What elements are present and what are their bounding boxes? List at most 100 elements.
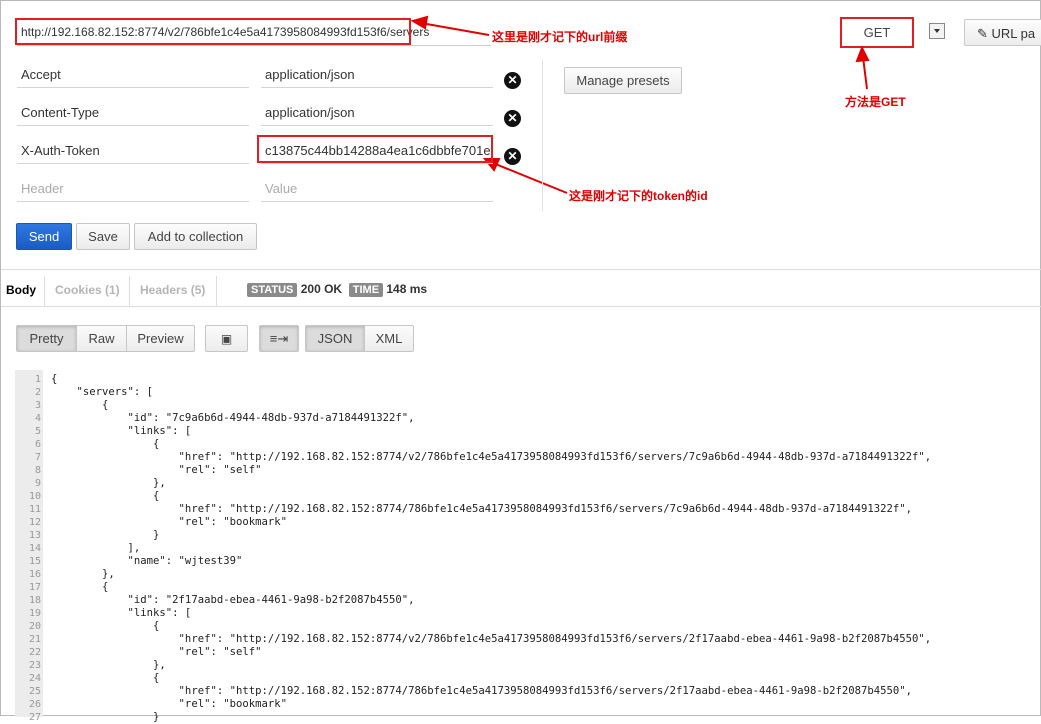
- status-value: 200 OK: [300, 282, 343, 296]
- token-annotation: 这是刚才记下的token的id: [569, 189, 708, 203]
- line-number: 6: [34, 439, 41, 450]
- tab-cookies[interactable]: Cookies (1): [55, 276, 120, 306]
- code-line: {: [51, 672, 160, 684]
- manage-presets-button[interactable]: Manage presets: [564, 67, 682, 94]
- line-number: 17: [28, 582, 41, 593]
- tab-separator: [216, 276, 217, 306]
- code-line: "rel": "bookmark": [51, 516, 287, 528]
- line-number: 10: [28, 491, 41, 502]
- pretty-button[interactable]: Pretty: [16, 325, 77, 352]
- method-annotation: 方法是GET: [845, 95, 906, 109]
- code-line: "href": "http://192.168.82.152:8774/v2/7…: [51, 451, 932, 463]
- code-line: "servers": [: [51, 386, 154, 398]
- wrap-lines-icon: ≡⇥: [269, 331, 289, 346]
- code-line: {: [51, 490, 160, 502]
- line-numbers: 1 2 3 4 5 6 7 8 9 10 11 12 13 14 15 16 17 18 19 20 21 22 23 24 2…: [15, 373, 41, 724]
- header-key-accept[interactable]: Accept: [17, 62, 249, 88]
- url-annotation: 这里是刚才记下的url前缀: [492, 30, 628, 44]
- code-line: {: [51, 620, 160, 632]
- code-line: }: [51, 529, 160, 541]
- line-number: 2: [34, 387, 41, 398]
- code-line: },: [51, 659, 166, 671]
- remove-header-icon[interactable]: ✕: [504, 110, 521, 127]
- line-number: 9: [34, 478, 41, 489]
- fullscreen-icon: ▣: [220, 332, 233, 346]
- line-number: 7: [34, 452, 41, 463]
- line-number: 13: [28, 530, 41, 541]
- response-body-code[interactable]: { "servers": [ { "id": "7c9a6b6d-4944-48…: [51, 373, 931, 724]
- remove-header-icon[interactable]: ✕: [504, 72, 521, 89]
- line-number: 8: [34, 465, 41, 476]
- token-highlight-box: [257, 135, 493, 163]
- line-number: 16: [28, 569, 41, 580]
- code-line: ],: [51, 542, 141, 554]
- code-line: {: [51, 399, 109, 411]
- line-number: 11: [28, 504, 41, 515]
- fullscreen-button[interactable]: ▣: [205, 325, 248, 352]
- tab-separator: [44, 276, 45, 306]
- time-badge: TIME: [348, 283, 384, 297]
- code-line: "links": [: [51, 607, 192, 619]
- line-number: 19: [28, 608, 41, 619]
- line-number: 18: [28, 595, 41, 606]
- code-line: "href": "http://192.168.82.152:8774/786b…: [51, 503, 913, 515]
- wrap-toggle-button[interactable]: ≡⇥: [259, 325, 299, 352]
- time-value: 148 ms: [386, 282, 428, 296]
- line-number: 27: [28, 712, 41, 723]
- tab-headers[interactable]: Headers (5): [140, 276, 205, 306]
- header-key-content-type[interactable]: Content-Type: [17, 100, 249, 126]
- line-number: 22: [28, 647, 41, 658]
- code-line: "name": "wjtest39": [51, 555, 243, 567]
- method-arrowhead: [855, 45, 870, 63]
- new-header-value-input[interactable]: Value: [261, 176, 493, 202]
- send-button[interactable]: Send: [16, 223, 72, 250]
- url-arrow-line: [420, 22, 490, 36]
- line-number: 1: [34, 374, 41, 385]
- line-number: 3: [34, 400, 41, 411]
- header-key-auth-token[interactable]: X-Auth-Token: [17, 138, 249, 164]
- code-line: {: [51, 438, 160, 450]
- code-line: "href": "http://192.168.82.152:8774/v2/7…: [51, 633, 932, 645]
- method-arrow-line: [862, 56, 868, 90]
- raw-button[interactable]: Raw: [76, 325, 127, 352]
- code-line: "id": "2f17aabd-ebea-4461-9a98-b2f2087b4…: [51, 594, 415, 606]
- line-number: 21: [28, 634, 41, 645]
- tab-separator: [129, 276, 130, 306]
- status-line: STATUS 200 OK TIME 148 ms: [247, 282, 428, 297]
- code-line: },: [51, 477, 166, 489]
- panel-divider: [542, 59, 543, 211]
- line-number: 23: [28, 660, 41, 671]
- code-line: "rel": "self": [51, 464, 262, 476]
- line-number: 20: [28, 621, 41, 632]
- new-header-key-input[interactable]: Header: [17, 176, 249, 202]
- xml-button[interactable]: XML: [364, 325, 414, 352]
- code-line: "links": [: [51, 425, 192, 437]
- code-line: },: [51, 568, 115, 580]
- line-number: 4: [34, 413, 41, 424]
- code-line: {: [51, 373, 58, 385]
- json-button[interactable]: JSON: [305, 325, 365, 352]
- line-number: 25: [28, 686, 41, 697]
- header-value-accept[interactable]: application/json: [261, 62, 493, 88]
- line-number: 24: [28, 673, 41, 684]
- status-badge: STATUS: [247, 283, 298, 297]
- code-line: }: [51, 711, 160, 723]
- code-line: "id": "7c9a6b6d-4944-48db-937d-a71844913…: [51, 412, 415, 424]
- token-arrow-line: [492, 162, 568, 194]
- save-button[interactable]: Save: [76, 223, 130, 250]
- add-to-collection-button[interactable]: Add to collection: [134, 223, 257, 250]
- tab-body[interactable]: Body: [6, 276, 36, 306]
- divider: [1, 269, 1041, 270]
- code-line: "rel": "self": [51, 646, 262, 658]
- preview-button[interactable]: Preview: [126, 325, 195, 352]
- line-number: 15: [28, 556, 41, 567]
- code-line: "href": "http://192.168.82.152:8774/786b…: [51, 685, 913, 697]
- line-number: 12: [28, 517, 41, 528]
- header-value-content-type[interactable]: application/json: [261, 100, 493, 126]
- line-number: 5: [34, 426, 41, 437]
- remove-header-icon[interactable]: ✕: [504, 148, 521, 165]
- code-line: "rel": "bookmark": [51, 698, 287, 710]
- line-number: 14: [28, 543, 41, 554]
- url-arrowhead: [410, 15, 429, 30]
- line-number: 26: [28, 699, 41, 710]
